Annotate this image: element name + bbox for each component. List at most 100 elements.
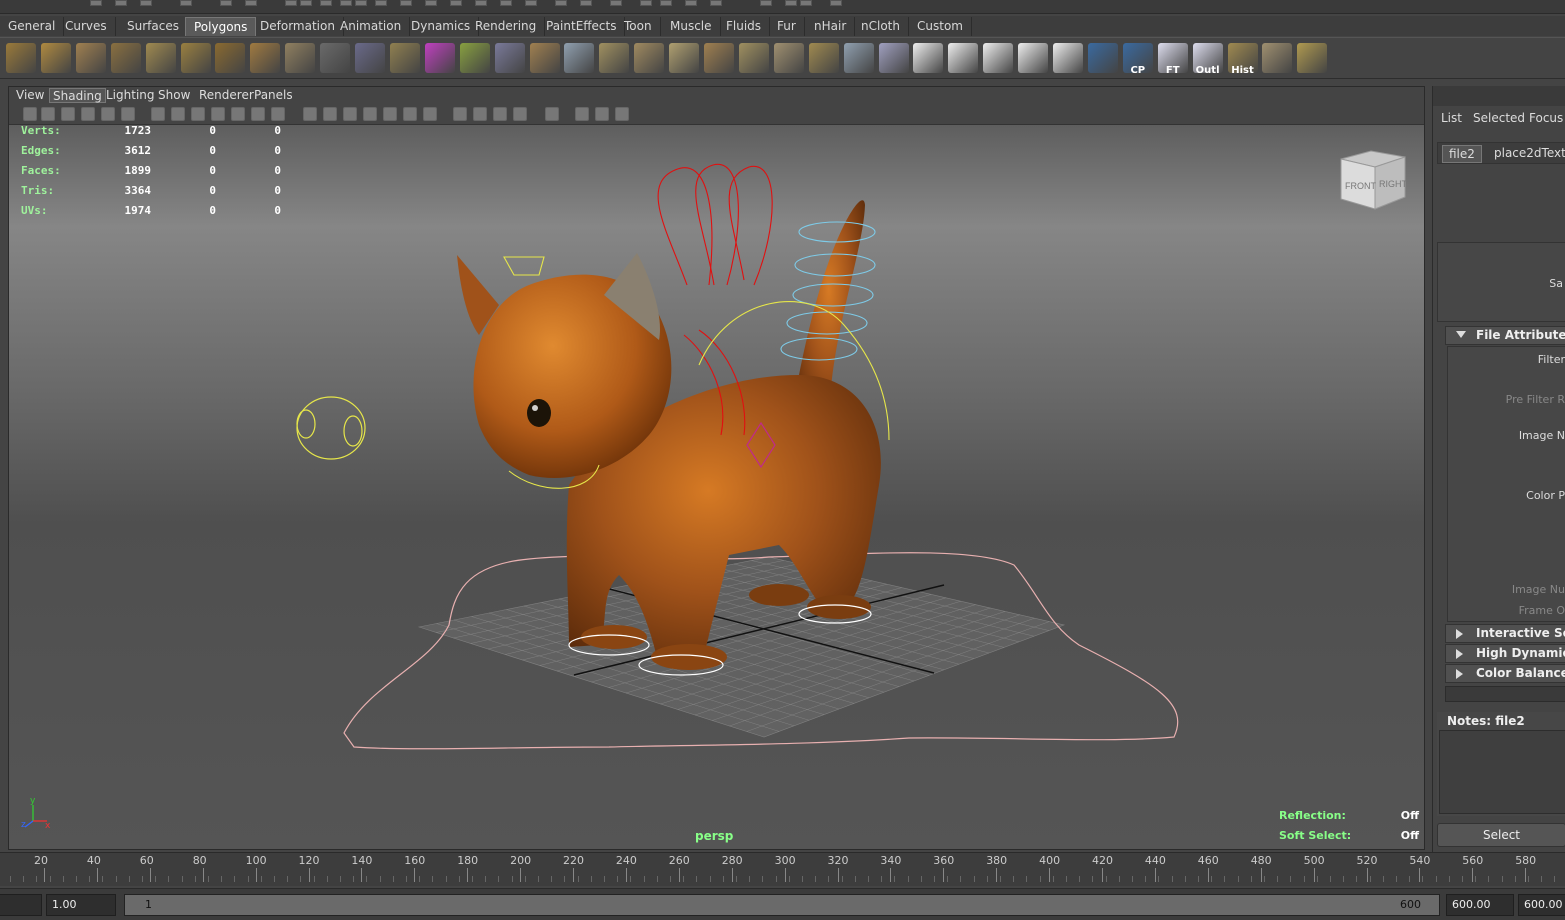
top-tool-icon[interactable] (450, 0, 462, 6)
shelf-tab-animation[interactable]: Animation (332, 17, 411, 36)
gate-mask-icon[interactable] (211, 107, 225, 121)
shelf-tab-muscle[interactable]: Muscle (662, 17, 721, 36)
field-chart-icon[interactable] (231, 107, 245, 121)
top-tool-icon[interactable] (425, 0, 437, 6)
shelf-extract-icon[interactable] (424, 43, 455, 73)
top-tool-icon[interactable] (555, 0, 567, 6)
top-tool-icon[interactable] (760, 0, 772, 6)
current-time-field[interactable] (0, 894, 42, 916)
resolution-gate-icon[interactable] (191, 107, 205, 121)
attr-menu-list[interactable]: List (1441, 111, 1462, 125)
shelf-tab-rendering[interactable]: Rendering (467, 17, 546, 36)
shelf-separate-icon[interactable] (355, 43, 385, 73)
top-tool-icon[interactable] (785, 0, 797, 6)
bookmark-icon[interactable] (61, 107, 75, 121)
xray-icon[interactable] (545, 107, 559, 121)
shelf-tab-toon[interactable]: Toon (616, 17, 661, 36)
viewport-menu-shading[interactable]: Shading (49, 88, 106, 103)
top-tool-icon[interactable] (340, 0, 352, 6)
shelf-sculpt-4-icon[interactable] (1018, 43, 1049, 73)
tab-place2dtexture[interactable]: place2dTexture (1488, 145, 1565, 161)
scene-view[interactable]: Verts: 1723 0 0 Edges: 3612 0 0 Faces: 1899 0 0 Tris… (9, 125, 1424, 849)
shelf-bridge-icon[interactable] (459, 43, 490, 73)
shelf-uv-2-icon[interactable] (1087, 43, 1118, 73)
2d-pan-icon[interactable] (101, 107, 115, 121)
shelf-append-icon[interactable] (669, 43, 700, 73)
shelf-insert-loop-icon[interactable] (704, 43, 734, 73)
shelf-sculpt-1-icon[interactable] (913, 43, 944, 73)
motion-blur-icon[interactable] (453, 107, 467, 121)
top-tool-icon[interactable] (140, 0, 152, 6)
xray-components-icon[interactable] (595, 107, 609, 121)
interactive-sequence-header[interactable]: Interactive Seq (1445, 624, 1565, 643)
shelf-poke-icon[interactable] (878, 43, 909, 73)
view-cube[interactable]: FRONT RIGHT (1339, 149, 1409, 213)
shelf-cylinder-icon[interactable] (75, 43, 106, 73)
end-time-field[interactable]: 600.00 (1446, 894, 1514, 916)
shelf-wedge-icon[interactable] (843, 43, 874, 73)
viewport-menu-lighting[interactable]: Lighting (103, 88, 158, 103)
top-tool-icon[interactable] (285, 0, 297, 6)
head-control[interactable] (503, 256, 545, 276)
top-tool-icon[interactable] (610, 0, 622, 6)
playback-end-field[interactable]: 600.00 (1518, 894, 1565, 916)
shelf-pyramid-icon[interactable] (215, 43, 246, 73)
shelf-sculpt-2-icon[interactable] (948, 43, 979, 73)
wireframe-icon[interactable] (303, 107, 317, 121)
shelf-soccer-ball-icon[interactable] (285, 43, 316, 73)
horizontal-scrollbar[interactable] (1445, 686, 1565, 702)
top-tool-icon[interactable] (685, 0, 697, 6)
perspective-viewport[interactable]: View Shading Lighting Show Renderer Panels (8, 86, 1425, 850)
viewport-menu-view[interactable]: View (13, 88, 47, 103)
depth-of-field-icon[interactable] (493, 107, 507, 121)
top-tool-icon[interactable] (475, 0, 487, 6)
shelf-tab-deformation[interactable]: Deformation (252, 17, 344, 36)
film-gate-icon[interactable] (171, 107, 185, 121)
use-lights-icon[interactable] (383, 107, 397, 121)
shelf-pipe-icon[interactable] (250, 43, 281, 73)
shelf-mirror-icon[interactable] (564, 43, 595, 73)
top-tool-icon[interactable] (710, 0, 722, 6)
top-tool-icon[interactable] (500, 0, 512, 6)
shelf-tab-painteffects[interactable]: PaintEffects (538, 17, 626, 36)
shelf-extrude-icon[interactable] (599, 43, 630, 73)
shelf-tab-general[interactable]: General (0, 17, 65, 36)
shelf-plane-icon[interactable] (145, 43, 176, 73)
shelf-bevel-icon[interactable] (634, 43, 665, 73)
viewport-menu-show[interactable]: Show (155, 88, 193, 103)
camera-attr-icon[interactable] (41, 107, 55, 121)
shelf-tab-surfaces[interactable]: Surfaces (119, 17, 188, 36)
shelf-outl-icon[interactable]: Outl (1192, 43, 1223, 76)
high-dynamic-range-header[interactable]: High Dynamic R (1445, 644, 1565, 663)
attr-menu-selected[interactable]: Selected (1473, 111, 1525, 125)
eye-target-right[interactable] (343, 415, 363, 447)
select-button[interactable]: Select (1437, 823, 1565, 847)
shelf-split-ring-icon[interactable] (773, 43, 804, 73)
shelf-smooth-icon[interactable] (389, 43, 420, 73)
shelf-cube-icon[interactable] (40, 43, 71, 73)
top-tool-icon[interactable] (830, 0, 842, 6)
scene-canvas[interactable] (9, 125, 1424, 849)
top-tool-icon[interactable] (245, 0, 257, 6)
grid-icon[interactable] (151, 107, 165, 121)
shelf-tab-fur[interactable]: Fur (769, 17, 805, 36)
eye-target-left[interactable] (296, 409, 316, 439)
shadows-icon[interactable] (403, 107, 417, 121)
top-tool-icon[interactable] (300, 0, 312, 6)
top-tool-icon[interactable] (220, 0, 232, 6)
top-tool-icon[interactable] (400, 0, 412, 6)
safe-title-icon[interactable] (271, 107, 285, 121)
shelf-merge-icon[interactable] (808, 43, 839, 73)
top-tool-icon[interactable] (580, 0, 592, 6)
shelf-offset-loop-icon[interactable] (738, 43, 769, 73)
start-time-field[interactable]: 1.00 (46, 894, 116, 916)
top-tool-icon[interactable] (180, 0, 192, 6)
eye-target-control[interactable] (296, 396, 366, 460)
shelf-tab-ncloth[interactable]: nCloth (853, 17, 909, 36)
shelf-tab-polygons[interactable]: Polygons (185, 17, 257, 36)
textured-icon[interactable] (363, 107, 377, 121)
shelf-tab-nhair[interactable]: nHair (806, 17, 856, 36)
select-camera-icon[interactable] (23, 107, 37, 121)
viewport-menu-renderer[interactable]: Renderer (196, 88, 257, 103)
safe-action-icon[interactable] (251, 107, 265, 121)
